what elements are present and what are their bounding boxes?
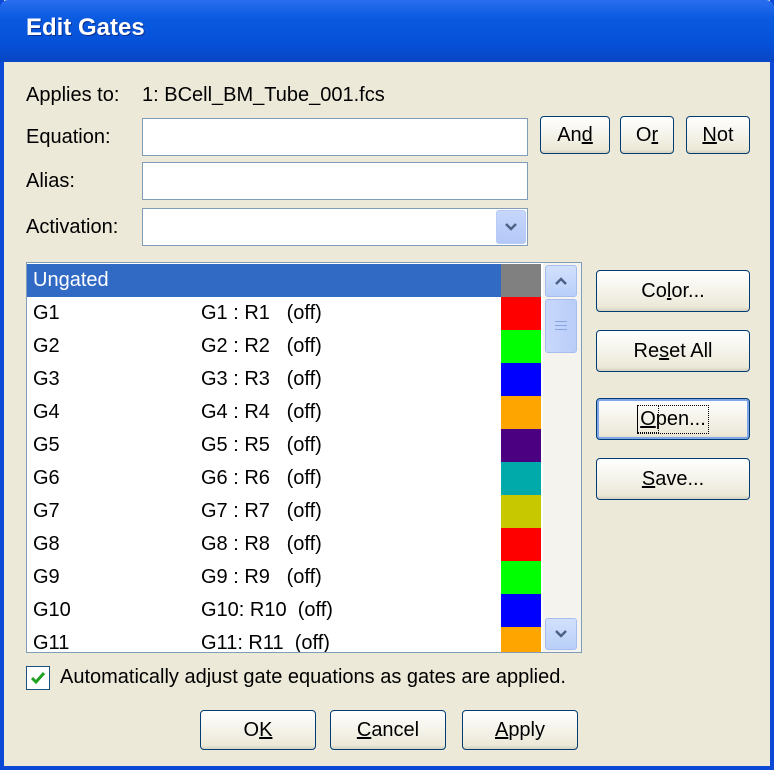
gate-equation: G4 : R4 (off) xyxy=(201,401,322,423)
apply-button[interactable]: Apply xyxy=(462,710,578,750)
gate-color-swatch[interactable] xyxy=(501,363,541,396)
gate-name: G1 xyxy=(33,302,60,324)
auto-adjust-checkbox[interactable] xyxy=(26,666,50,690)
gate-equation: G1 : R1 (off) xyxy=(201,302,322,324)
window-title: Edit Gates xyxy=(26,14,145,41)
cancel-button[interactable]: Cancel xyxy=(330,710,446,750)
scroll-thumb[interactable] xyxy=(545,299,577,353)
gate-color-swatch[interactable] xyxy=(501,528,541,561)
gate-name: G2 xyxy=(33,335,60,357)
gate-equation: G2 : R2 (off) xyxy=(201,335,322,357)
equation-input[interactable] xyxy=(142,118,528,156)
gate-color-swatch[interactable] xyxy=(501,561,541,594)
gate-equation: G11: R11 (off) xyxy=(201,632,330,653)
gate-name: Ungated xyxy=(33,269,109,291)
list-item[interactable]: G9 G9 : R9 (off) xyxy=(27,561,501,594)
gate-color-swatch[interactable] xyxy=(501,264,541,297)
or-button[interactable]: Or xyxy=(620,116,674,154)
gate-color-swatch[interactable] xyxy=(501,396,541,429)
list-item[interactable]: G6 G6 : R6 (off) xyxy=(27,462,501,495)
gates-list[interactable]: Ungated G1 G1 : R1 (off) G2 G2 : R2 (off) G3 G… xyxy=(26,262,582,653)
list-item[interactable]: G10 G10: R10 (off) xyxy=(27,594,501,627)
list-item[interactable]: G7 G7 : R7 (off) xyxy=(27,495,501,528)
gate-name: G5 xyxy=(33,434,60,456)
gate-equation: G7 : R7 (off) xyxy=(201,500,322,522)
list-scrollbar[interactable] xyxy=(543,263,581,652)
gate-equation: G8 : R8 (off) xyxy=(201,533,322,555)
list-item[interactable]: G8 G8 : R8 (off) xyxy=(27,528,501,561)
and-button[interactable]: And xyxy=(540,116,610,154)
applies-to-label: Applies to: xyxy=(26,84,120,106)
gate-name: G9 xyxy=(33,566,60,588)
ok-button[interactable]: OK xyxy=(200,710,316,750)
list-item[interactable]: Ungated xyxy=(27,264,501,297)
scroll-down-icon[interactable] xyxy=(545,618,577,650)
equation-label: Equation: xyxy=(26,126,111,148)
gate-equation: G9 : R9 (off) xyxy=(201,566,322,588)
gate-equation: G5 : R5 (off) xyxy=(201,434,322,456)
list-item[interactable]: G5 G5 : R5 (off) xyxy=(27,429,501,462)
color-button[interactable]: Color... xyxy=(596,270,750,312)
auto-adjust-label[interactable]: Automatically adjust gate equations as g… xyxy=(60,666,566,689)
gate-color-swatch[interactable] xyxy=(501,297,541,330)
gate-name: G8 xyxy=(33,533,60,555)
gate-color-swatch[interactable] xyxy=(501,627,541,652)
activation-select[interactable] xyxy=(142,208,528,246)
gate-equation: G6 : R6 (off) xyxy=(201,467,322,489)
list-item[interactable]: G4 G4 : R4 (off) xyxy=(27,396,501,429)
gate-color-swatch[interactable] xyxy=(501,429,541,462)
list-item[interactable]: G2 G2 : R2 (off) xyxy=(27,330,501,363)
title-bar[interactable]: Edit Gates xyxy=(0,0,774,62)
gate-name: G7 xyxy=(33,500,60,522)
gate-color-swatch[interactable] xyxy=(501,495,541,528)
alias-input[interactable] xyxy=(142,162,528,200)
checkmark-icon xyxy=(30,672,46,685)
gate-color-swatch[interactable] xyxy=(501,594,541,627)
gate-name: G6 xyxy=(33,467,60,489)
list-item[interactable]: G11 G11: R11 (off) xyxy=(27,627,501,653)
chevron-down-icon[interactable] xyxy=(496,210,526,244)
gate-equation: G10: R10 (off) xyxy=(201,599,333,621)
list-item[interactable]: G3 G3 : R3 (off) xyxy=(27,363,501,396)
open-button[interactable]: Open... xyxy=(596,398,750,440)
gate-name: G11 xyxy=(33,632,70,653)
applies-to-value: 1: BCell_BM_Tube_001.fcs xyxy=(142,84,385,106)
save-button[interactable]: Save... xyxy=(596,458,750,500)
not-button[interactable]: Not xyxy=(686,116,750,154)
gate-color-swatch[interactable] xyxy=(501,462,541,495)
alias-label: Alias: xyxy=(26,170,75,192)
gate-equation: G3 : R3 (off) xyxy=(201,368,322,390)
gate-name: G4 xyxy=(33,401,60,423)
gate-name: G3 xyxy=(33,368,60,390)
scroll-up-icon[interactable] xyxy=(545,265,577,297)
list-item[interactable]: G1 G1 : R1 (off) xyxy=(27,297,501,330)
reset-all-button[interactable]: Reset All xyxy=(596,330,750,372)
activation-label: Activation: xyxy=(26,216,119,238)
gate-name: G10 xyxy=(33,599,71,621)
gate-color-swatch[interactable] xyxy=(501,330,541,363)
